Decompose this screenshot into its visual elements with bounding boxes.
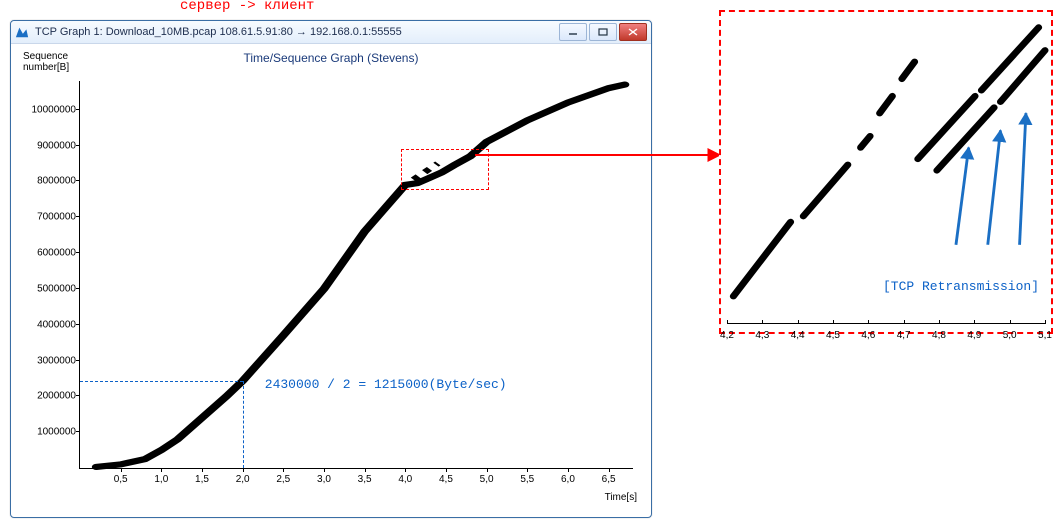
zoom-tick-label: 5,1 (1038, 330, 1052, 341)
zoom-tick-mark (904, 320, 905, 324)
zoom-tick-label: 4,3 (755, 330, 769, 341)
zoom-tick-mark (798, 320, 799, 324)
zoom-curve (727, 16, 1045, 302)
zoom-tick-mark (1010, 320, 1011, 324)
zoom-tick-mark (868, 320, 869, 324)
zoom-tick-mark (762, 320, 763, 324)
zoom-tick-label: 4,8 (932, 330, 946, 341)
zoom-panel: [TCP Retransmission] 4,24,34,44,54,64,74… (719, 10, 1053, 334)
zoom-chart (727, 16, 1045, 302)
zoom-tick-label: 4,5 (826, 330, 840, 341)
zoom-tick-label: 4,2 (720, 330, 734, 341)
zoom-x-axis: 4,24,34,44,54,64,74,84,95,05,1 (727, 323, 1045, 324)
retransmission-label: [TCP Retransmission] (883, 279, 1039, 294)
zoom-tick-mark (939, 320, 940, 324)
zoom-tick-label: 4,4 (791, 330, 805, 341)
zoom-tick-mark (727, 320, 728, 324)
zoom-tick-mark (974, 320, 975, 324)
zoom-tick-label: 5,0 (1003, 330, 1017, 341)
zoom-tick-label: 4,7 (897, 330, 911, 341)
zoom-tick-mark (833, 320, 834, 324)
zoom-tick-label: 4,9 (967, 330, 981, 341)
zoom-tick-label: 4,6 (861, 330, 875, 341)
zoom-tick-mark (1045, 320, 1046, 324)
